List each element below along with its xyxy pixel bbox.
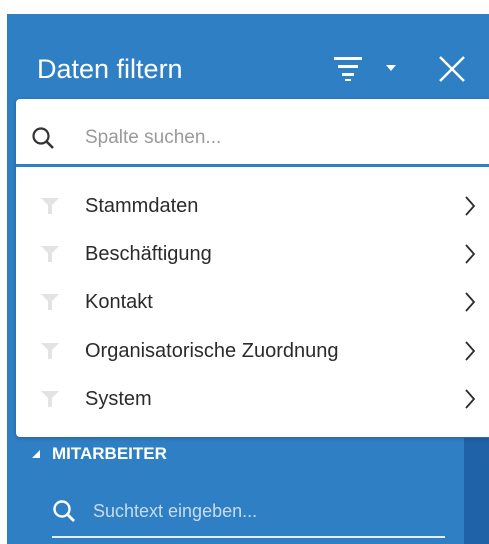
menu-item-label: System	[85, 388, 152, 410]
funnel-icon	[41, 294, 59, 310]
menu-item-organisatorische-zuordnung[interactable]: Organisatorische Zuordnung	[16, 329, 489, 377]
chevron-right-icon	[465, 389, 476, 409]
caret-down-icon[interactable]	[385, 63, 397, 73]
collapse-triangle-icon[interactable]	[31, 449, 41, 459]
panel-title: Daten filtern	[37, 54, 183, 84]
menu-item-beschaeftigung[interactable]: Beschäftigung	[16, 232, 489, 280]
funnel-icon	[41, 246, 59, 262]
chevron-right-icon	[465, 196, 476, 216]
funnel-icon	[41, 343, 59, 359]
filter-lines-icon[interactable]	[333, 54, 363, 82]
chevron-right-icon	[465, 292, 476, 312]
filter-panel-screen: Daten filtern Stammdaten	[0, 0, 489, 544]
menu-item-kontakt[interactable]: Kontakt	[16, 280, 489, 328]
menu-item-label: Beschäftigung	[85, 243, 212, 265]
funnel-icon	[41, 198, 59, 214]
column-search-input[interactable]	[85, 125, 475, 151]
search-icon	[53, 500, 75, 522]
menu-item-label: Stammdaten	[85, 195, 199, 217]
menu-item-label: Organisatorische Zuordnung	[85, 340, 339, 362]
menu-item-label: Kontakt	[85, 291, 153, 313]
close-icon[interactable]	[437, 54, 467, 84]
column-search-row	[16, 111, 489, 167]
section-label-mitarbeiter[interactable]: MITARBEITER	[52, 444, 167, 464]
menu-item-stammdaten[interactable]: Stammdaten	[16, 184, 489, 232]
employee-search-input[interactable]	[93, 498, 443, 524]
menu-item-system[interactable]: System	[16, 377, 489, 425]
search-icon	[32, 127, 54, 149]
search-underline	[52, 536, 445, 538]
chevron-right-icon	[465, 244, 476, 264]
chevron-right-icon	[465, 341, 476, 361]
funnel-icon	[41, 391, 59, 407]
column-dropdown: Stammdaten Beschäftigung Kontakt	[16, 99, 489, 437]
panel-scroll-strip	[464, 438, 489, 544]
